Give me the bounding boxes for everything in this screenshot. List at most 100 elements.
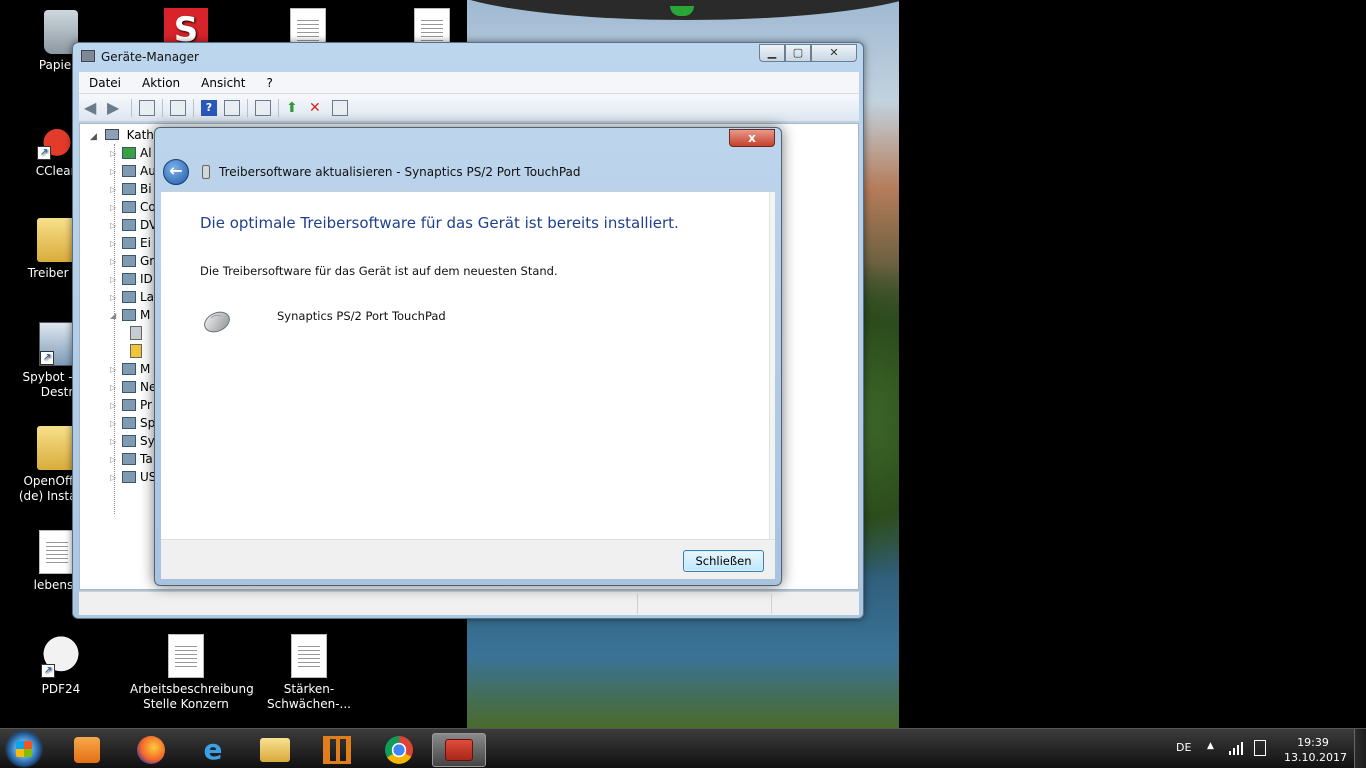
show-desktop-button[interactable] <box>1354 729 1366 768</box>
device-manager-titlebar[interactable]: Geräte-Manager ▁ ▢ ✕ <box>73 43 863 70</box>
scan-hardware-icon[interactable] <box>255 100 271 116</box>
action-pane-icon[interactable] <box>224 100 240 116</box>
taskbar-explorer[interactable] <box>248 733 302 767</box>
disable-device-icon[interactable] <box>332 100 348 116</box>
tree-item[interactable]: ▷ Gr <box>110 253 154 269</box>
media-player-icon <box>74 737 100 763</box>
desktop-icon-pdf24[interactable]: ↗ PDF24 <box>16 634 106 697</box>
expand-icon[interactable]: ▷ <box>110 185 122 194</box>
tray-expand-icon[interactable]: ▲ <box>1207 741 1214 751</box>
tree-item[interactable]: ◢ M <box>110 307 150 323</box>
expand-icon[interactable]: ▷ <box>110 257 122 266</box>
document-icon <box>39 530 75 574</box>
tree-item[interactable]: ▷ Co <box>110 199 156 215</box>
expand-icon[interactable]: ▷ <box>110 239 122 248</box>
expand-icon[interactable]: ▷ <box>110 167 122 176</box>
desktop-icon-label: Stärken-Schwächen-... <box>267 682 351 711</box>
uninstall-icon[interactable]: ✕ <box>309 100 325 116</box>
expand-icon[interactable]: ▷ <box>110 419 122 428</box>
collapse-icon[interactable]: ◢ <box>110 311 122 320</box>
tree-item-label: Pr <box>140 398 152 412</box>
taskbar-office[interactable] <box>310 733 364 767</box>
back-button[interactable]: ← <box>163 159 189 185</box>
driver-update-dialog[interactable]: x ← Treibersoftware aktualisieren - Syna… <box>154 127 782 586</box>
clock[interactable]: 19:39 13.10.2017 <box>1284 735 1347 765</box>
taskbar-media-player[interactable] <box>60 733 114 767</box>
tree-item[interactable]: ▷ Sy <box>110 433 155 449</box>
properties-icon[interactable] <box>170 100 186 116</box>
maximize-button[interactable]: ▢ <box>785 44 811 62</box>
tree-item[interactable]: ▷ Ei <box>110 235 151 251</box>
collapse-icon[interactable]: ◢ <box>90 132 97 142</box>
tree-item[interactable]: ▷ US <box>110 469 156 485</box>
tree-item[interactable]: ▷ Al <box>110 145 152 161</box>
battery-icon[interactable] <box>1254 740 1266 756</box>
tree-item[interactable]: ▷ Ne <box>110 379 156 395</box>
schliessen-button[interactable]: Schließen <box>683 550 764 572</box>
back-arrow-icon[interactable]: ◀ <box>84 100 100 116</box>
tree-item[interactable]: ▷ Sp <box>110 415 155 431</box>
window-title: Geräte-Manager <box>101 50 199 64</box>
device-category-icon <box>122 435 136 447</box>
expand-icon[interactable]: ▷ <box>110 455 122 464</box>
menu-ansicht[interactable]: Ansicht <box>191 76 256 90</box>
computer-icon <box>104 129 119 140</box>
language-indicator[interactable]: DE <box>1176 741 1191 754</box>
dialog-message: Die Treibersoftware für das Gerät ist au… <box>200 264 558 278</box>
device-icon <box>202 165 210 179</box>
tree-item[interactable]: ▷ M <box>110 361 150 377</box>
tree-item[interactable]: ▷ Pr <box>110 397 152 413</box>
expand-icon[interactable]: ▷ <box>110 203 122 212</box>
menu-aktion[interactable]: Aktion <box>132 76 191 90</box>
tree-item-label: Ei <box>140 236 151 250</box>
tree-item[interactable]: ▷ ID <box>110 271 153 287</box>
device-category-icon <box>122 363 136 375</box>
tree-item[interactable]: ▷ La <box>110 289 154 305</box>
device-category-icon <box>122 417 136 429</box>
expand-icon[interactable]: ▷ <box>110 473 122 482</box>
update-driver-icon[interactable]: ⬆ <box>286 100 302 116</box>
taskbar-device-manager[interactable] <box>432 733 486 767</box>
tree-root[interactable]: ◢ Kathy <box>90 128 161 142</box>
tree-item-label: ID <box>140 272 153 286</box>
desktop-icon-label: PDF24 <box>41 682 81 696</box>
expand-icon[interactable]: ▷ <box>110 365 122 374</box>
tree-child-item[interactable] <box>130 343 142 359</box>
console-tree-icon[interactable] <box>139 100 155 116</box>
menu-datei[interactable]: Datei <box>79 76 132 90</box>
toolbar-separator <box>131 99 132 117</box>
tree-item[interactable]: ▷ DV <box>110 217 157 233</box>
expand-icon[interactable]: ▷ <box>110 221 122 230</box>
dialog-close-button[interactable]: x <box>729 129 775 147</box>
expand-icon[interactable]: ▷ <box>110 383 122 392</box>
desktop-icon-staerken[interactable]: Stärken-Schwächen-... <box>248 634 370 712</box>
scrollbar[interactable] <box>769 192 775 540</box>
minimize-button[interactable]: ▁ <box>759 44 785 62</box>
start-button[interactable] <box>4 730 44 768</box>
expand-icon[interactable]: ▷ <box>110 293 122 302</box>
expand-icon[interactable]: ▷ <box>110 437 122 446</box>
device-category-icon <box>122 183 136 195</box>
tree-child-item[interactable] <box>130 325 142 341</box>
help-icon[interactable]: ? <box>201 100 217 116</box>
desktop-icon-arbeitsbeschreibung[interactable]: Arbeitsbeschreibung Stelle Konzern <box>130 634 254 712</box>
device-category-icon <box>122 453 136 465</box>
ccleaner-icon: ↗ <box>37 116 77 160</box>
network-icon[interactable] <box>1228 741 1244 755</box>
tree-item[interactable]: ▷ Bi <box>110 181 152 197</box>
taskbar-internet-explorer[interactable]: e <box>186 733 240 767</box>
expand-icon[interactable]: ▷ <box>110 401 122 410</box>
expand-icon[interactable]: ▷ <box>110 149 122 158</box>
forward-arrow-icon[interactable]: ▶ <box>107 100 123 116</box>
tree-item[interactable]: ▷ Ta <box>110 451 153 467</box>
taskbar-firefox[interactable] <box>124 733 178 767</box>
taskbar-chrome[interactable] <box>372 733 426 767</box>
tree-item[interactable]: ▷ Au <box>110 163 156 179</box>
menu-help[interactable]: ? <box>256 76 283 90</box>
toolbar: ◀ ▶ ? ⬆ ✕ <box>79 94 859 122</box>
document-icon <box>168 634 204 678</box>
close-window-button[interactable]: ✕ <box>811 44 857 62</box>
device-category-icon <box>122 381 136 393</box>
dialog-heading: Die optimale Treibersoftware für das Ger… <box>200 214 679 232</box>
expand-icon[interactable]: ▷ <box>110 275 122 284</box>
